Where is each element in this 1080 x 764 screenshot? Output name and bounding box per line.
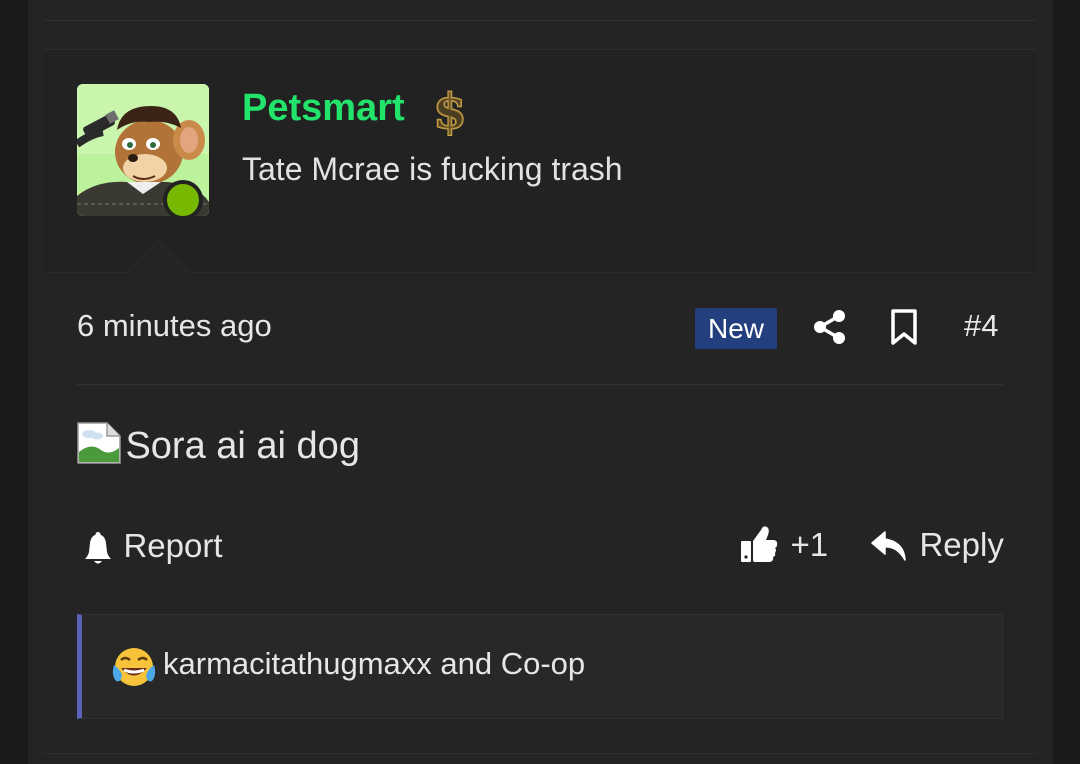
like-button[interactable]: +1: [740, 524, 828, 566]
reaction-count: +1: [790, 526, 829, 563]
divider: [44, 20, 1036, 21]
divider: [77, 384, 1003, 385]
broken-image-icon: [77, 422, 121, 464]
new-badge: New: [695, 308, 777, 349]
post-number-link[interactable]: #4: [964, 308, 998, 344]
bell-icon: [85, 532, 111, 564]
post-container: Petsmart $ $ Tate Mcrae is fucking trash…: [28, 0, 1053, 764]
reactions-summary[interactable]: karmacitathugmaxx and Co-op: [77, 614, 1003, 719]
online-status-indicator: [163, 180, 203, 220]
report-label: Report: [123, 527, 223, 564]
thumbs-up-icon: [741, 526, 778, 562]
reply-label: Reply: [919, 526, 1004, 563]
report-button[interactable]: Report: [83, 526, 223, 566]
message-user-block: Petsmart $ $ Tate Mcrae is fucking trash: [44, 49, 1036, 273]
username[interactable]: Petsmart: [242, 87, 405, 130]
dollar-sign-icon: $ $: [432, 84, 467, 136]
laughing-crying-emoji-icon: [112, 648, 156, 686]
svg-text:$: $: [433, 84, 466, 136]
post-actions: Report +1 Reply: [77, 518, 1004, 574]
bookmark-icon[interactable]: [889, 308, 919, 346]
speech-caret: [126, 241, 190, 273]
post-meta-row: 6 minutes ago New #4: [77, 300, 1003, 356]
divider: [44, 753, 1036, 754]
post-body: Sora ai ai dog: [77, 422, 360, 470]
reply-button[interactable]: Reply: [871, 524, 1004, 566]
post-timestamp[interactable]: 6 minutes ago: [77, 308, 272, 344]
reply-arrow-icon: [871, 531, 906, 561]
user-title: Tate Mcrae is fucking trash: [242, 151, 623, 187]
reaction-users-text: karmacitathugmaxx and Co-op: [163, 646, 586, 681]
image-alt-text: Sora ai ai dog: [125, 425, 360, 467]
share-icon[interactable]: [812, 308, 848, 346]
